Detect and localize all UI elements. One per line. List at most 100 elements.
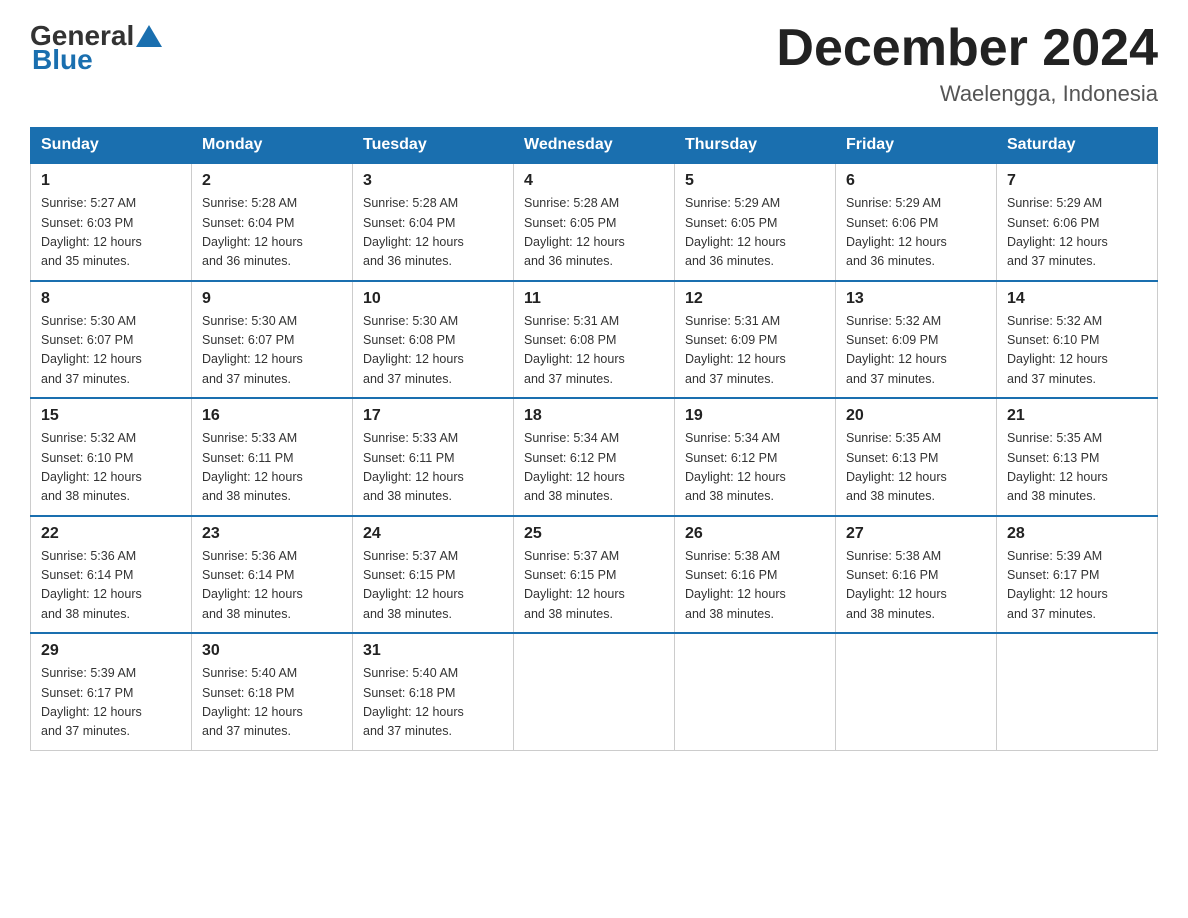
- calendar-cell: 20Sunrise: 5:35 AMSunset: 6:13 PMDayligh…: [836, 398, 997, 516]
- day-info: Sunrise: 5:32 AMSunset: 6:10 PMDaylight:…: [41, 431, 142, 503]
- calendar-cell: 9 Sunrise: 5:30 AMSunset: 6:07 PMDaylight…: [192, 281, 353, 399]
- calendar-cell: 27 Sunrise: 5:38 AMSunset: 6:16 PMDayligh…: [836, 516, 997, 634]
- day-number: 28: [1007, 525, 1147, 543]
- day-info: Sunrise: 5:31 AMSunset: 6:08 PMDaylight:…: [524, 314, 625, 386]
- day-info: Sunrise: 5:34 AMSunset: 6:12 PMDaylight:…: [524, 431, 625, 503]
- calendar-cell: 13 Sunrise: 5:32 AMSunset: 6:09 PMDayligh…: [836, 281, 997, 399]
- day-number: 10: [363, 290, 503, 308]
- calendar-cell: 4 Sunrise: 5:28 AMSunset: 6:05 PMDaylight…: [514, 163, 675, 281]
- day-info: Sunrise: 5:32 AMSunset: 6:10 PMDaylight:…: [1007, 314, 1108, 386]
- week-row-1: 1Sunrise: 5:27 AMSunset: 6:03 PMDaylight…: [31, 163, 1158, 281]
- day-number: 5: [685, 172, 825, 190]
- day-info: Sunrise: 5:30 AMSunset: 6:07 PMDaylight:…: [202, 314, 303, 386]
- day-number: 27: [846, 525, 986, 543]
- calendar-cell: 24 Sunrise: 5:37 AMSunset: 6:15 PMDayligh…: [353, 516, 514, 634]
- col-sunday: Sunday: [31, 128, 192, 164]
- calendar-cell: [675, 633, 836, 750]
- day-info: Sunrise: 5:31 AMSunset: 6:09 PMDaylight:…: [685, 314, 786, 386]
- day-number: 7: [1007, 172, 1147, 190]
- day-number: 21: [1007, 407, 1147, 425]
- calendar-cell: [997, 633, 1158, 750]
- calendar-cell: 17 Sunrise: 5:33 AMSunset: 6:11 PMDayligh…: [353, 398, 514, 516]
- day-info: Sunrise: 5:33 AMSunset: 6:11 PMDaylight:…: [363, 431, 464, 503]
- title-block: December 2024 Waelengga, Indonesia: [776, 20, 1158, 107]
- week-row-3: 15 Sunrise: 5:32 AMSunset: 6:10 PMDayligh…: [31, 398, 1158, 516]
- day-number: 15: [41, 407, 181, 425]
- calendar-table: Sunday Monday Tuesday Wednesday Thursday…: [30, 127, 1158, 751]
- calendar-cell: 30Sunrise: 5:40 AMSunset: 6:18 PMDayligh…: [192, 633, 353, 750]
- day-info: Sunrise: 5:29 AMSunset: 6:05 PMDaylight:…: [685, 196, 786, 268]
- day-info: Sunrise: 5:37 AMSunset: 6:15 PMDaylight:…: [524, 549, 625, 621]
- calendar-cell: 25 Sunrise: 5:37 AMSunset: 6:15 PMDayligh…: [514, 516, 675, 634]
- day-number: 24: [363, 525, 503, 543]
- col-monday: Monday: [192, 128, 353, 164]
- calendar-cell: 10 Sunrise: 5:30 AMSunset: 6:08 PMDayligh…: [353, 281, 514, 399]
- calendar-cell: [514, 633, 675, 750]
- day-number: 26: [685, 525, 825, 543]
- calendar-cell: 14 Sunrise: 5:32 AMSunset: 6:10 PMDayligh…: [997, 281, 1158, 399]
- day-number: 1: [41, 172, 181, 190]
- logo-icon: [134, 21, 164, 51]
- day-number: 9: [202, 290, 342, 308]
- day-info: Sunrise: 5:30 AMSunset: 6:08 PMDaylight:…: [363, 314, 464, 386]
- week-row-4: 22 Sunrise: 5:36 AMSunset: 6:14 PMDayligh…: [31, 516, 1158, 634]
- day-info: Sunrise: 5:36 AMSunset: 6:14 PMDaylight:…: [202, 549, 303, 621]
- calendar-cell: 8 Sunrise: 5:30 AMSunset: 6:07 PMDaylight…: [31, 281, 192, 399]
- calendar-header-row: Sunday Monday Tuesday Wednesday Thursday…: [31, 128, 1158, 164]
- day-info: Sunrise: 5:32 AMSunset: 6:09 PMDaylight:…: [846, 314, 947, 386]
- day-number: 29: [41, 642, 181, 660]
- day-number: 25: [524, 525, 664, 543]
- week-row-5: 29 Sunrise: 5:39 AMSunset: 6:17 PMDayligh…: [31, 633, 1158, 750]
- calendar-cell: 12 Sunrise: 5:31 AMSunset: 6:09 PMDayligh…: [675, 281, 836, 399]
- day-number: 2: [202, 172, 342, 190]
- calendar-cell: 19 Sunrise: 5:34 AMSunset: 6:12 PMDayligh…: [675, 398, 836, 516]
- day-info: Sunrise: 5:33 AMSunset: 6:11 PMDaylight:…: [202, 431, 303, 503]
- day-number: 20: [846, 407, 986, 425]
- calendar-cell: 26Sunrise: 5:38 AMSunset: 6:16 PMDayligh…: [675, 516, 836, 634]
- week-row-2: 8 Sunrise: 5:30 AMSunset: 6:07 PMDaylight…: [31, 281, 1158, 399]
- day-number: 18: [524, 407, 664, 425]
- day-number: 16: [202, 407, 342, 425]
- col-saturday: Saturday: [997, 128, 1158, 164]
- day-number: 8: [41, 290, 181, 308]
- day-info: Sunrise: 5:38 AMSunset: 6:16 PMDaylight:…: [846, 549, 947, 621]
- calendar-cell: 5 Sunrise: 5:29 AMSunset: 6:05 PMDaylight…: [675, 163, 836, 281]
- day-number: 22: [41, 525, 181, 543]
- calendar-cell: 6Sunrise: 5:29 AMSunset: 6:06 PMDaylight…: [836, 163, 997, 281]
- day-info: Sunrise: 5:29 AMSunset: 6:06 PMDaylight:…: [1007, 196, 1108, 268]
- logo-blue-text: Blue: [32, 44, 93, 76]
- day-info: Sunrise: 5:28 AMSunset: 6:04 PMDaylight:…: [363, 196, 464, 268]
- col-tuesday: Tuesday: [353, 128, 514, 164]
- day-info: Sunrise: 5:37 AMSunset: 6:15 PMDaylight:…: [363, 549, 464, 621]
- calendar-cell: 29 Sunrise: 5:39 AMSunset: 6:17 PMDayligh…: [31, 633, 192, 750]
- day-info: Sunrise: 5:39 AMSunset: 6:17 PMDaylight:…: [41, 666, 142, 738]
- day-info: Sunrise: 5:34 AMSunset: 6:12 PMDaylight:…: [685, 431, 786, 503]
- day-number: 4: [524, 172, 664, 190]
- calendar-cell: 28Sunrise: 5:39 AMSunset: 6:17 PMDayligh…: [997, 516, 1158, 634]
- day-number: 3: [363, 172, 503, 190]
- calendar-cell: 2Sunrise: 5:28 AMSunset: 6:04 PMDaylight…: [192, 163, 353, 281]
- calendar-cell: 31Sunrise: 5:40 AMSunset: 6:18 PMDayligh…: [353, 633, 514, 750]
- calendar-cell: [836, 633, 997, 750]
- calendar-cell: 15 Sunrise: 5:32 AMSunset: 6:10 PMDayligh…: [31, 398, 192, 516]
- day-info: Sunrise: 5:40 AMSunset: 6:18 PMDaylight:…: [363, 666, 464, 738]
- calendar-cell: 3 Sunrise: 5:28 AMSunset: 6:04 PMDaylight…: [353, 163, 514, 281]
- day-number: 30: [202, 642, 342, 660]
- calendar-cell: 11 Sunrise: 5:31 AMSunset: 6:08 PMDayligh…: [514, 281, 675, 399]
- calendar-cell: 7 Sunrise: 5:29 AMSunset: 6:06 PMDaylight…: [997, 163, 1158, 281]
- col-friday: Friday: [836, 128, 997, 164]
- month-title: December 2024: [776, 20, 1158, 77]
- day-number: 19: [685, 407, 825, 425]
- day-info: Sunrise: 5:30 AMSunset: 6:07 PMDaylight:…: [41, 314, 142, 386]
- calendar-cell: 1Sunrise: 5:27 AMSunset: 6:03 PMDaylight…: [31, 163, 192, 281]
- day-number: 17: [363, 407, 503, 425]
- day-number: 13: [846, 290, 986, 308]
- day-number: 12: [685, 290, 825, 308]
- day-number: 11: [524, 290, 664, 308]
- day-number: 23: [202, 525, 342, 543]
- day-info: Sunrise: 5:35 AMSunset: 6:13 PMDaylight:…: [1007, 431, 1108, 503]
- day-info: Sunrise: 5:28 AMSunset: 6:05 PMDaylight:…: [524, 196, 625, 268]
- col-thursday: Thursday: [675, 128, 836, 164]
- calendar-cell: 22Sunrise: 5:36 AMSunset: 6:14 PMDayligh…: [31, 516, 192, 634]
- day-number: 14: [1007, 290, 1147, 308]
